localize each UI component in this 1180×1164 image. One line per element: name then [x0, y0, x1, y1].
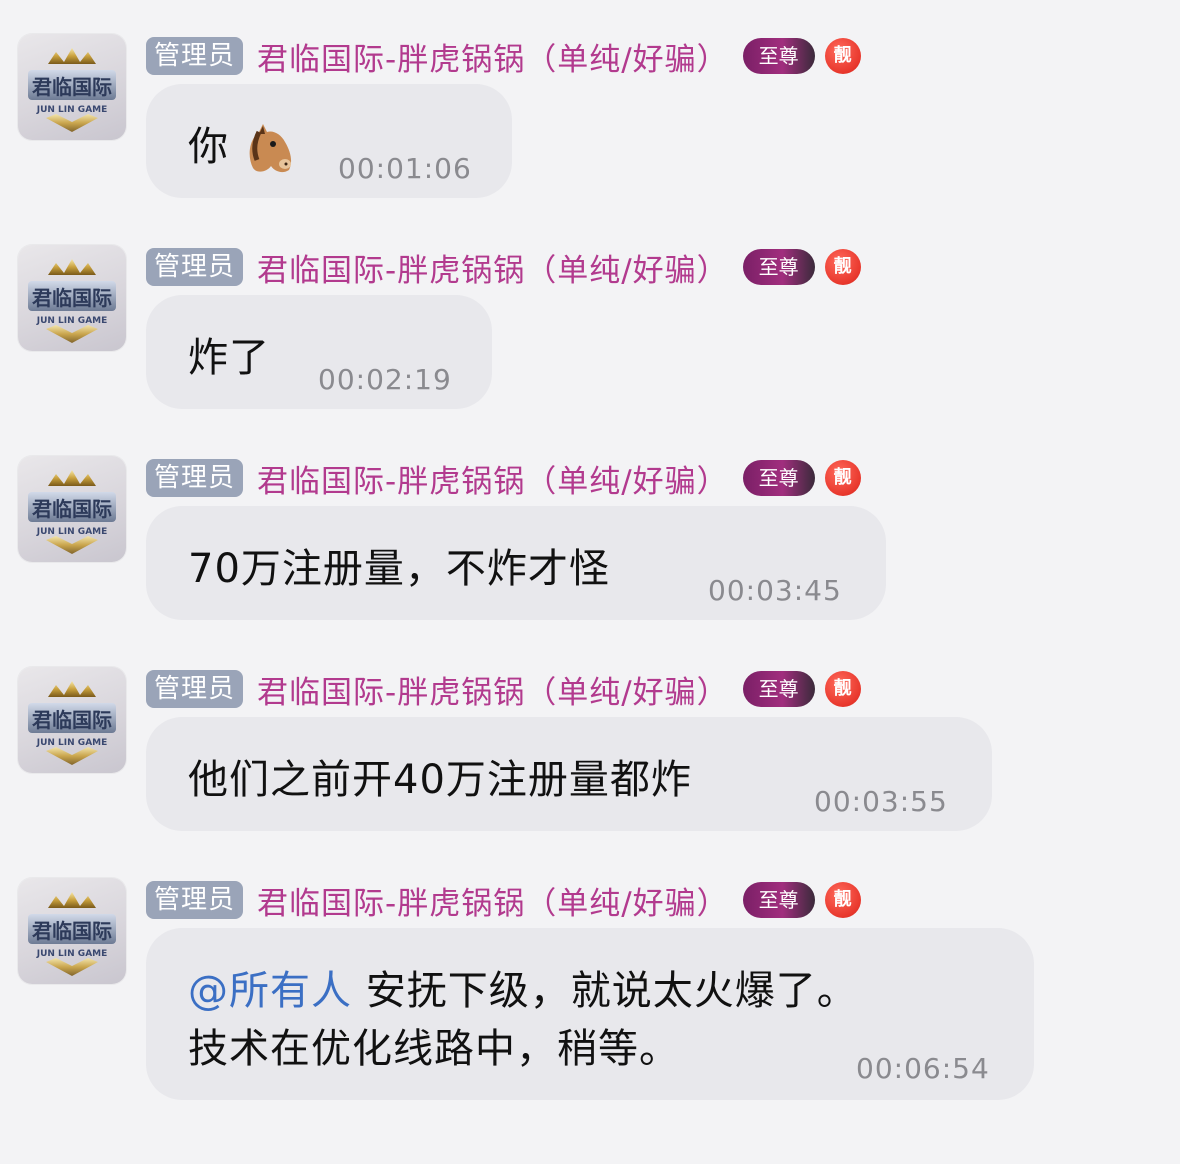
message-bubble[interactable]: 70万注册量，不炸才怪 00:03:45: [146, 506, 886, 620]
message-time: 00:06:54: [856, 1052, 990, 1085]
vip-badge: 至尊: [742, 671, 815, 707]
sender-name[interactable]: 君临国际-胖虎锅锅（单纯/好骗）: [257, 34, 729, 79]
message-time: 00:01:06: [338, 152, 472, 185]
sender-name[interactable]: 君临国际-胖虎锅锅（单纯/好骗）: [257, 667, 729, 712]
avatar[interactable]: 君临国际 JUN LIN GAME: [18, 667, 126, 773]
game-logo-avatar: 君临国际 JUN LIN GAME: [28, 681, 116, 765]
avatar[interactable]: 君临国际 JUN LIN GAME: [18, 245, 126, 351]
message-text: @所有人 安抚下级，就说太火爆了。: [188, 958, 858, 1016]
avatar[interactable]: 君临国际 JUN LIN GAME: [18, 456, 126, 562]
game-logo-avatar: 君临国际 JUN LIN GAME: [28, 48, 116, 132]
role-badge: 管理员: [146, 459, 244, 497]
message-bubble[interactable]: 你 00:01:06: [146, 84, 512, 198]
message-header: 管理员 君临国际-胖虎锅锅（单纯/好骗） 至尊 靓: [146, 34, 861, 79]
message-time: 00:02:19: [318, 363, 452, 396]
message-text: 你: [188, 114, 297, 176]
message-text-content: 安抚下级，就说太火爆了。: [352, 968, 858, 1014]
special-number-badge: 靓: [824, 671, 861, 707]
avatar-logo-text: 君临国际: [32, 708, 112, 732]
chat-message: 君临国际 JUN LIN GAME 管理员 君临国际-胖虎锅锅（单纯/好骗） 至…: [0, 844, 1180, 1114]
chat-message: 君临国际 JUN LIN GAME 管理员 君临国际-胖虎锅锅（单纯/好骗） 至…: [0, 211, 1180, 423]
chat-message: 君临国际 JUN LIN GAME 管理员 君临国际-胖虎锅锅（单纯/好骗） 至…: [0, 422, 1180, 634]
vip-badge: 至尊: [742, 249, 815, 285]
message-text: 他们之前开40万注册量都炸: [188, 757, 692, 803]
mention-all-link[interactable]: @所有人: [188, 968, 352, 1014]
avatar[interactable]: 君临国际 JUN LIN GAME: [18, 878, 126, 984]
game-logo-avatar: 君临国际 JUN LIN GAME: [28, 259, 116, 343]
message-bubble[interactable]: 他们之前开40万注册量都炸 00:03:55: [146, 717, 992, 831]
message-time: 00:03:55: [814, 785, 948, 818]
chat-message: 君临国际 JUN LIN GAME 管理员 君临国际-胖虎锅锅（单纯/好骗） 至…: [0, 0, 1180, 212]
avatar-logo-subtext: JUN LIN GAME: [36, 105, 108, 115]
avatar-logo-subtext: JUN LIN GAME: [36, 738, 108, 748]
chat-message: 君临国际 JUN LIN GAME 管理员 君临国际-胖虎锅锅（单纯/好骗） 至…: [0, 633, 1180, 845]
avatar-logo-subtext: JUN LIN GAME: [36, 527, 108, 537]
message-text-content: 你: [188, 124, 229, 170]
role-badge: 管理员: [146, 248, 244, 286]
sender-name[interactable]: 君临国际-胖虎锅锅（单纯/好骗）: [257, 456, 729, 501]
vip-badge: 至尊: [742, 882, 815, 918]
special-number-badge: 靓: [824, 460, 861, 496]
message-text-line2: 技术在优化线路中，稍等。: [188, 1026, 680, 1072]
avatar-logo-text: 君临国际: [32, 497, 112, 521]
message-header: 管理员 君临国际-胖虎锅锅（单纯/好骗） 至尊 靓: [146, 667, 861, 712]
sender-name[interactable]: 君临国际-胖虎锅锅（单纯/好骗）: [257, 245, 729, 290]
message-text: 70万注册量，不炸才怪: [188, 546, 610, 592]
role-badge: 管理员: [146, 670, 244, 708]
message-header: 管理员 君临国际-胖虎锅锅（单纯/好骗） 至尊 靓: [146, 245, 861, 290]
message-bubble[interactable]: 炸了 00:02:19: [146, 295, 492, 409]
special-number-badge: 靓: [824, 882, 861, 918]
message-time: 00:03:45: [708, 574, 842, 607]
message-text: 炸了: [188, 335, 270, 381]
avatar[interactable]: 君临国际 JUN LIN GAME: [18, 34, 126, 140]
vip-badge: 至尊: [742, 38, 815, 74]
message-header: 管理员 君临国际-胖虎锅锅（单纯/好骗） 至尊 靓: [146, 456, 861, 501]
avatar-logo-text: 君临国际: [32, 75, 112, 99]
vip-badge: 至尊: [742, 460, 815, 496]
avatar-logo-text: 君临国际: [32, 286, 112, 310]
special-number-badge: 靓: [824, 38, 861, 74]
role-badge: 管理员: [146, 37, 244, 75]
avatar-logo-text: 君临国际: [32, 919, 112, 943]
avatar-logo-subtext: JUN LIN GAME: [36, 949, 108, 959]
avatar-logo-subtext: JUN LIN GAME: [36, 316, 108, 326]
horse-face-icon: [249, 124, 292, 173]
game-logo-avatar: 君临国际 JUN LIN GAME: [28, 470, 116, 554]
sender-name[interactable]: 君临国际-胖虎锅锅（单纯/好骗）: [257, 878, 729, 923]
message-bubble[interactable]: @所有人 安抚下级，就说太火爆了。 技术在优化线路中，稍等。 00:06:54: [146, 928, 1034, 1100]
message-header: 管理员 君临国际-胖虎锅锅（单纯/好骗） 至尊 靓: [146, 878, 861, 923]
role-badge: 管理员: [146, 881, 244, 919]
special-number-badge: 靓: [824, 249, 861, 285]
game-logo-avatar: 君临国际 JUN LIN GAME: [28, 892, 116, 976]
